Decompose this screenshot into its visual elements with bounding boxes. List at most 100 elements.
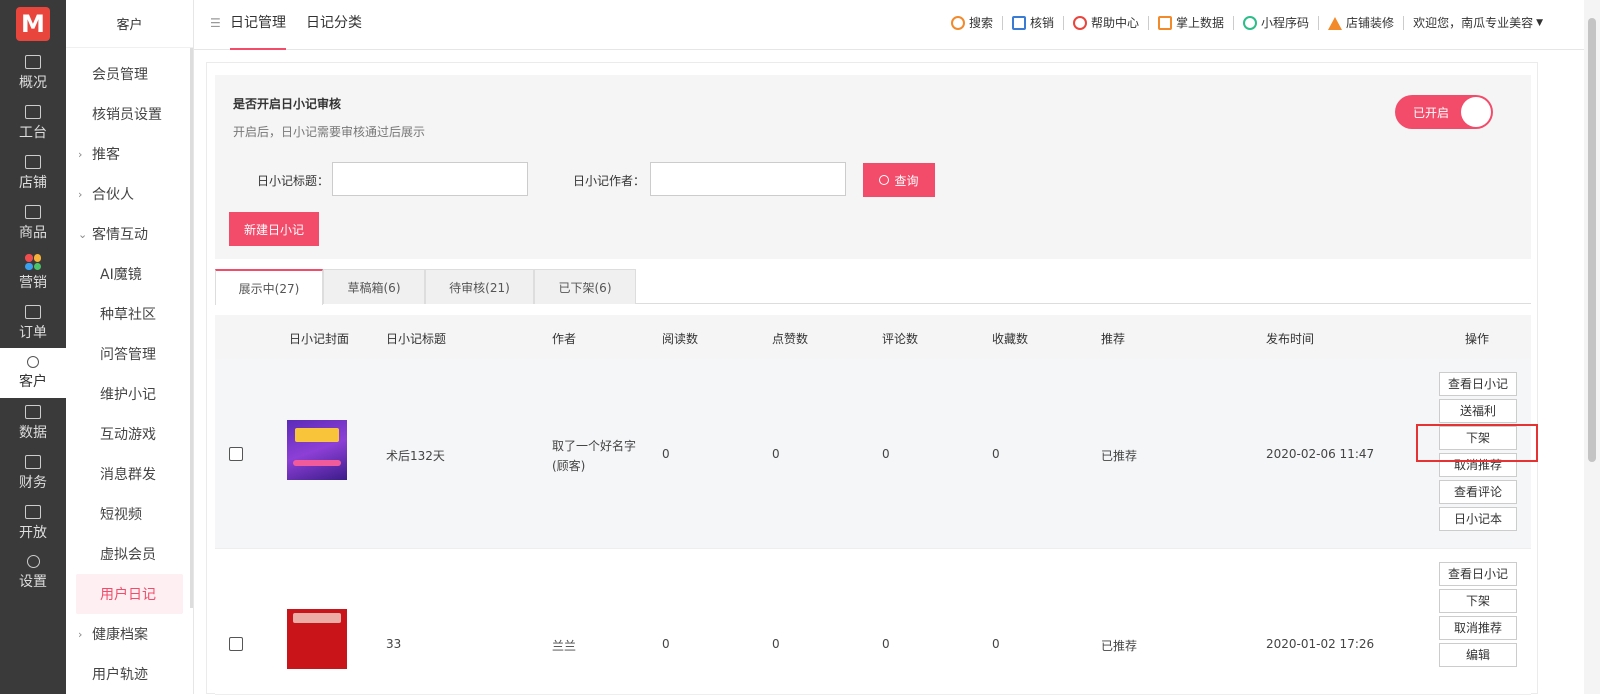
collapse-menu-icon[interactable]: ☰ [210, 16, 221, 30]
diary-author: 取了一个好名字 [552, 439, 637, 453]
tab-diary-category[interactable]: 日记分类 [306, 0, 362, 50]
column-header: 收藏数 [992, 332, 1029, 346]
status-tabs: 展示中(27) 草稿箱(6) 待审核(21) 已下架(6) [215, 269, 1531, 305]
sidebar-group-promoter[interactable]: › 推客 [66, 134, 193, 174]
tab-showing[interactable]: 展示中(27) [215, 269, 323, 305]
diary-cover-image[interactable] [287, 609, 347, 669]
rail-label: 工台 [19, 124, 47, 141]
view-diary-button[interactable]: 查看日小记 [1439, 562, 1517, 586]
rail-item-marketing[interactable]: 营销 [0, 248, 66, 298]
sidebar-title: 客户 [66, 0, 193, 48]
column-header: 推荐 [1101, 332, 1126, 346]
search-icon [950, 16, 965, 30]
sidebar-item-broadcast[interactable]: 消息群发 [66, 454, 193, 494]
store-decor-tool[interactable]: 店铺装修 [1319, 16, 1405, 30]
rail-item-finance[interactable]: 财务 [0, 448, 66, 498]
search-tool[interactable]: 搜索 [942, 16, 1003, 30]
sidebar-group-interaction[interactable]: ⌄ 客情互动 [66, 214, 193, 254]
tab-pending[interactable]: 待审核(21) [425, 269, 534, 304]
column-header: 日小记封面 [289, 332, 350, 346]
favorite-count: 0 [992, 637, 1000, 651]
author-filter-input[interactable] [650, 162, 846, 196]
header-tools: 搜索 核销 帮助中心 掌上数据 小程序码 店铺装修 欢迎您，南瓜专业美容 ▼ [942, 0, 1552, 46]
tab-removed[interactable]: 已下架(6) [534, 269, 636, 304]
sidebar-item-track[interactable]: 用户轨迹 [66, 654, 193, 694]
page-scroll-thumb[interactable] [1588, 18, 1596, 462]
rail-label: 营销 [19, 275, 47, 291]
rail-item-open[interactable]: 开放 [0, 498, 66, 548]
gear-icon [26, 555, 40, 568]
sidebar-item-user-diary[interactable]: 用户日记 [76, 574, 183, 614]
sidebar-item-community[interactable]: 种草社区 [66, 294, 193, 334]
rail-item-data[interactable]: 数据 [0, 398, 66, 448]
page-scrollbar[interactable] [1584, 0, 1600, 694]
mini-program-icon [1243, 16, 1258, 30]
rail-item-goods[interactable]: 商品 [0, 198, 66, 248]
like-count: 0 [772, 447, 780, 461]
rail-item-store[interactable]: 店铺 [0, 148, 66, 198]
rail-label: 订单 [19, 324, 47, 341]
rail-item-workbench[interactable]: 工台 [0, 98, 66, 148]
mini-program-tool[interactable]: 小程序码 [1234, 16, 1320, 30]
sidebar-item-verifier[interactable]: 核销员设置 [66, 94, 193, 134]
brush-icon [1328, 16, 1343, 30]
rail-label: 概况 [19, 74, 47, 91]
diary-cover-image[interactable] [287, 420, 347, 480]
help-tool[interactable]: 帮助中心 [1064, 16, 1150, 30]
cancel-recommend-button[interactable]: 取消推荐 [1439, 616, 1517, 640]
sidebar-item-ai-mirror[interactable]: AI魔镜 [66, 254, 193, 294]
highlight-box [1416, 424, 1538, 462]
sidebar-scrollbar[interactable] [190, 48, 193, 608]
sidebar-item-virtual-member[interactable]: 虚拟会员 [66, 534, 193, 574]
diary-book-button[interactable]: 日小记本 [1439, 507, 1517, 531]
tool-label: 搜索 [968, 16, 993, 30]
diary-title[interactable]: 术后132天 [386, 447, 445, 464]
app-logo[interactable]: M [0, 0, 66, 48]
user-menu[interactable]: 欢迎您，南瓜专业美容 ▼ [1404, 16, 1552, 30]
row-checkbox[interactable] [229, 637, 243, 651]
rail-label: 数据 [19, 424, 47, 441]
rail-item-settings[interactable]: 设置 [0, 548, 66, 598]
rail-label: 财务 [19, 474, 47, 491]
view-comments-button[interactable]: 查看评论 [1439, 480, 1517, 504]
rail-item-customers[interactable]: 客户 [0, 348, 66, 398]
table-header: 日小记封面 日小记标题 作者 阅读数 点赞数 评论数 收藏数 推荐 发布时间 操… [215, 315, 1531, 359]
cover-banner [293, 613, 341, 623]
chart-icon [25, 54, 41, 69]
send-gift-button[interactable]: 送福利 [1439, 399, 1517, 423]
sidebar-item-short-video[interactable]: 短视频 [66, 494, 193, 534]
rail-item-overview[interactable]: 概况 [0, 48, 66, 98]
mobile-data-tool[interactable]: 掌上数据 [1149, 16, 1235, 30]
recommend-status: 已推荐 [1101, 449, 1138, 463]
sidebar-group-health[interactable]: › 健康档案 [66, 614, 193, 654]
like-count: 0 [772, 637, 780, 651]
sidebar-item-games[interactable]: 互动游戏 [66, 414, 193, 454]
sidebar-item-notes[interactable]: 维护小记 [66, 374, 193, 414]
sidebar-item-member[interactable]: 会员管理 [66, 54, 193, 94]
audit-toggle[interactable]: 已开启 [1395, 95, 1493, 129]
new-diary-button[interactable]: 新建日小记 [229, 212, 319, 246]
sidebar-item-qa[interactable]: 问答管理 [66, 334, 193, 374]
sidebar-group-partner[interactable]: › 合伙人 [66, 174, 193, 214]
audit-setting-panel: 是否开启日小记审核 开启后，日小记需要审核通过后展示 已开启 [215, 75, 1531, 148]
rail-label: 客户 [19, 373, 47, 390]
edit-button[interactable]: 编辑 [1439, 643, 1517, 667]
row-actions: 查看日小记 下架 取消推荐 编辑 [1439, 562, 1517, 670]
rail-item-orders[interactable]: 订单 [0, 298, 66, 348]
tab-diary-management[interactable]: 日记管理 [230, 0, 286, 50]
query-button[interactable]: 查询 [863, 163, 935, 197]
diary-title[interactable]: 33 [386, 637, 401, 651]
filter-panel: 日小记标题： 日小记作者： 查询 新建日小记 [215, 147, 1531, 259]
scan-icon [1011, 16, 1026, 30]
chevron-down-icon: ⌄ [78, 227, 88, 241]
sidebar-item-label: 合伙人 [92, 187, 134, 203]
tab-drafts[interactable]: 草稿箱(6) [323, 269, 425, 304]
toggle-knob [1461, 97, 1491, 127]
verify-tool[interactable]: 核销 [1003, 16, 1064, 30]
row-checkbox[interactable] [229, 447, 243, 461]
view-diary-button[interactable]: 查看日小记 [1439, 372, 1517, 396]
take-down-button[interactable]: 下架 [1439, 589, 1517, 613]
chevron-right-icon: › [78, 627, 83, 641]
title-filter-input[interactable] [332, 162, 528, 196]
column-header: 操作 [1465, 332, 1490, 346]
